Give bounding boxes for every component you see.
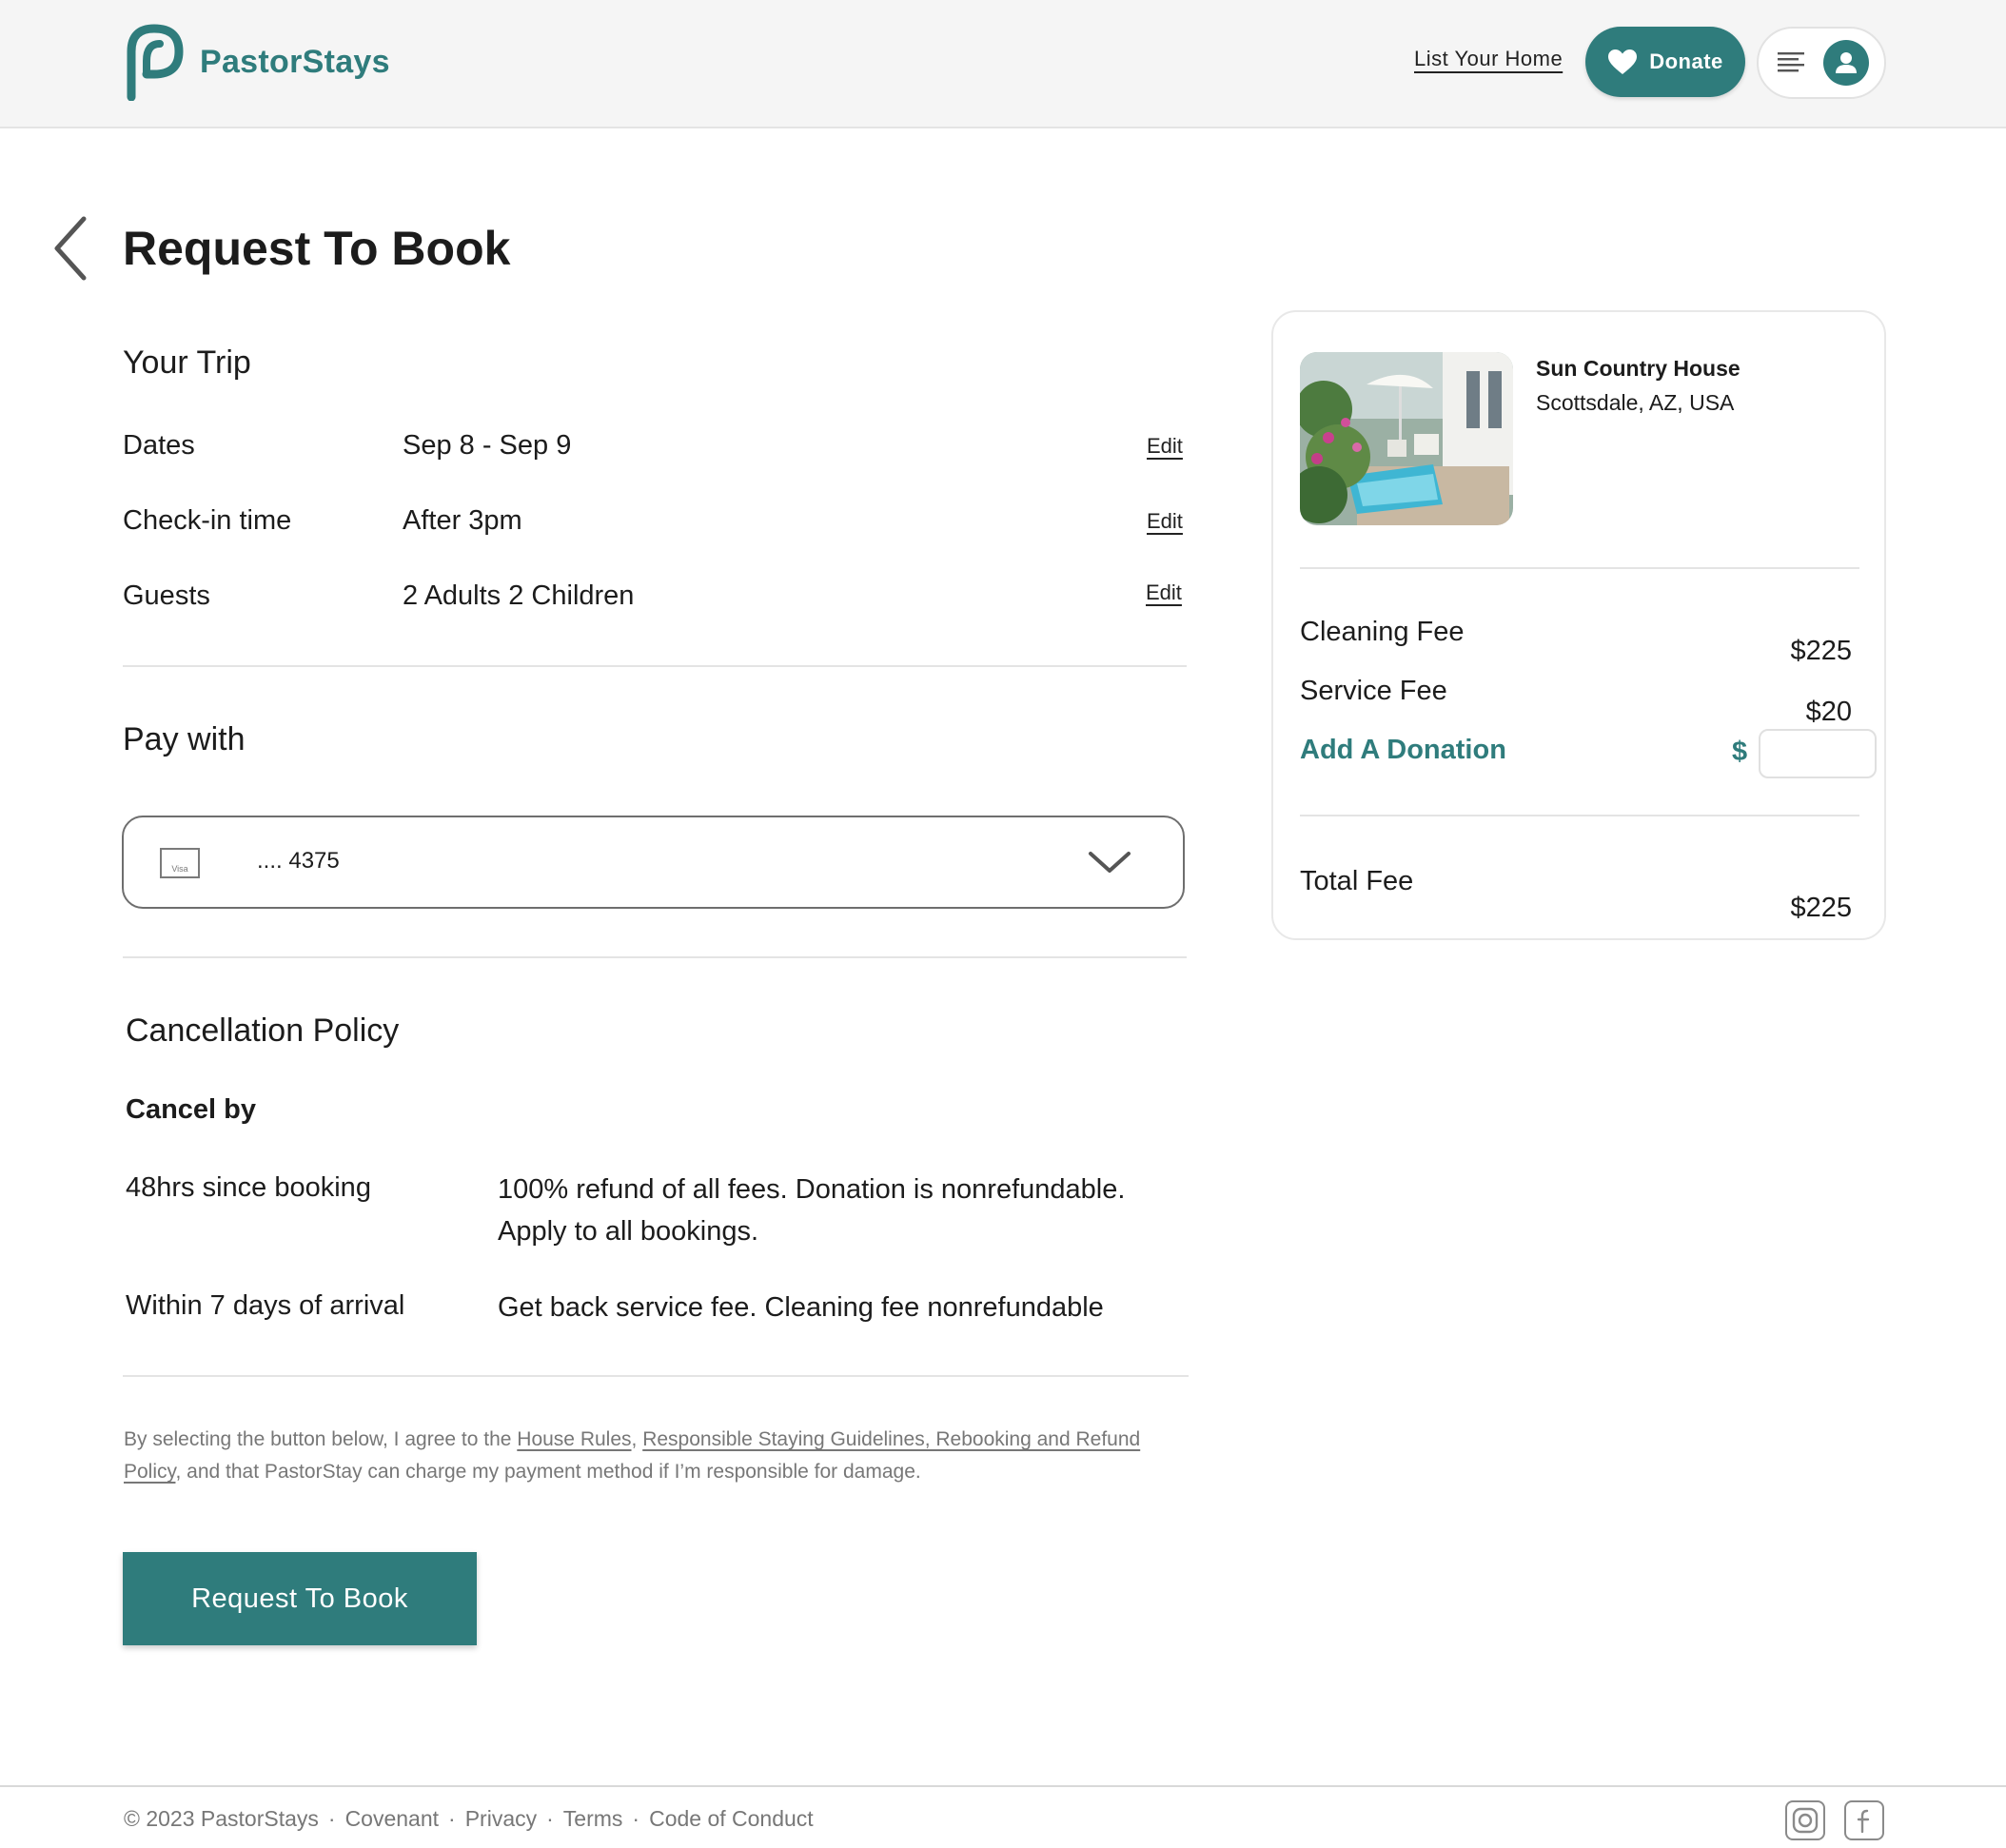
divider	[1300, 567, 1859, 569]
service-fee-label: Service Fee	[1300, 676, 1447, 706]
footer-links: © 2023 PastorStays · Covenant · Privacy …	[124, 1806, 814, 1832]
brand-name: PastorStays	[200, 43, 390, 80]
policy-description: Get back service fee. Cleaning fee nonre…	[498, 1292, 1104, 1323]
edit-checkin-link[interactable]: Edit	[1147, 509, 1183, 534]
footer-separator: ·	[632, 1806, 640, 1831]
guests-value: 2 Adults 2 Children	[403, 580, 635, 611]
visa-card-icon: Visa	[160, 848, 200, 878]
agreement-text: By selecting the button below, I agree t…	[124, 1424, 1180, 1488]
total-fee-label: Total Fee	[1300, 866, 1414, 896]
divider	[123, 1375, 1189, 1377]
listing-photo	[1300, 352, 1513, 525]
footer-separator: ·	[546, 1806, 554, 1831]
footer-link-covenant[interactable]: Covenant	[345, 1806, 439, 1832]
agreement-prefix: By selecting the button below, I agree t…	[124, 1428, 518, 1450]
agreement-suffix: , and that PastorStay can charge my paym…	[175, 1461, 921, 1483]
chevron-left-icon[interactable]	[51, 215, 89, 282]
edit-dates-link[interactable]: Edit	[1147, 434, 1183, 459]
divider	[123, 956, 1187, 958]
instagram-icon[interactable]	[1785, 1800, 1825, 1840]
footer-link-privacy[interactable]: Privacy	[465, 1806, 537, 1832]
facebook-icon[interactable]	[1844, 1800, 1884, 1840]
donate-label: Donate	[1649, 49, 1723, 73]
card-number: .... 4375	[257, 848, 340, 874]
list-your-home-link[interactable]: List Your Home	[1414, 47, 1563, 71]
user-icon	[1823, 40, 1869, 86]
service-fee-amount: $20	[1805, 697, 1852, 727]
pastorstays-logo-icon	[127, 24, 184, 101]
agreement-comma: ,	[631, 1428, 643, 1450]
menu-lines-icon	[1778, 52, 1804, 72]
user-menu-button[interactable]	[1757, 27, 1886, 99]
edit-guests-link[interactable]: Edit	[1146, 580, 1182, 605]
divider	[123, 665, 1187, 667]
footer-separator: ·	[327, 1806, 336, 1831]
donation-amount-input[interactable]	[1759, 729, 1877, 778]
footer-separator: ·	[448, 1806, 456, 1831]
listing-name: Sun Country House	[1536, 356, 1740, 381]
copyright-text: © 2023 PastorStays	[124, 1806, 319, 1831]
checkin-value: After 3pm	[403, 505, 522, 536]
divider	[1300, 815, 1859, 816]
policy-when: 48hrs since booking	[126, 1172, 371, 1203]
house-rules-link[interactable]: House Rules	[517, 1428, 631, 1450]
booking-summary-card: Sun Country House Scottsdale, AZ, USA Cl…	[1271, 310, 1886, 940]
heart-icon	[1608, 49, 1638, 74]
card-brand-label: Visa	[171, 864, 188, 874]
chevron-down-icon	[1089, 852, 1131, 873]
request-to-book-button[interactable]: Request To Book	[123, 1552, 477, 1645]
top-header: PastorStays List Your Home Donate	[0, 0, 2006, 128]
listing-location: Scottsdale, AZ, USA	[1536, 390, 1735, 415]
request-to-book-page: PastorStays List Your Home Donate Reques…	[0, 0, 2006, 1848]
donate-button[interactable]: Donate	[1585, 27, 1745, 97]
checkin-label: Check-in time	[123, 505, 292, 536]
total-fee-amount: $225	[1790, 893, 1852, 923]
page-footer: © 2023 PastorStays · Covenant · Privacy …	[0, 1785, 2006, 1848]
footer-link-terms[interactable]: Terms	[563, 1806, 623, 1832]
cleaning-fee-amount: $225	[1790, 636, 1852, 666]
policy-description: 100% refund of all fees. Donation is non…	[498, 1174, 1126, 1247]
cancel-by-heading: Cancel by	[126, 1094, 256, 1125]
dates-value: Sep 8 - Sep 9	[403, 430, 572, 461]
brand-logo[interactable]: PastorStays	[122, 23, 390, 101]
pay-with-heading: Pay with	[123, 721, 246, 757]
guests-label: Guests	[123, 580, 210, 611]
footer-link-code-of-conduct[interactable]: Code of Conduct	[649, 1806, 814, 1832]
cleaning-fee-label: Cleaning Fee	[1300, 617, 1465, 647]
dates-label: Dates	[123, 430, 195, 461]
policy-when: Within 7 days of arrival	[126, 1290, 405, 1321]
payment-method-select[interactable]: Visa .... 4375	[122, 816, 1185, 909]
add-donation-label: Add A Donation	[1300, 735, 1506, 765]
cancellation-policy-heading: Cancellation Policy	[126, 1012, 400, 1049]
donation-currency: $	[1732, 737, 1748, 767]
page-title: Request To Book	[123, 222, 511, 275]
your-trip-heading: Your Trip	[123, 344, 251, 381]
